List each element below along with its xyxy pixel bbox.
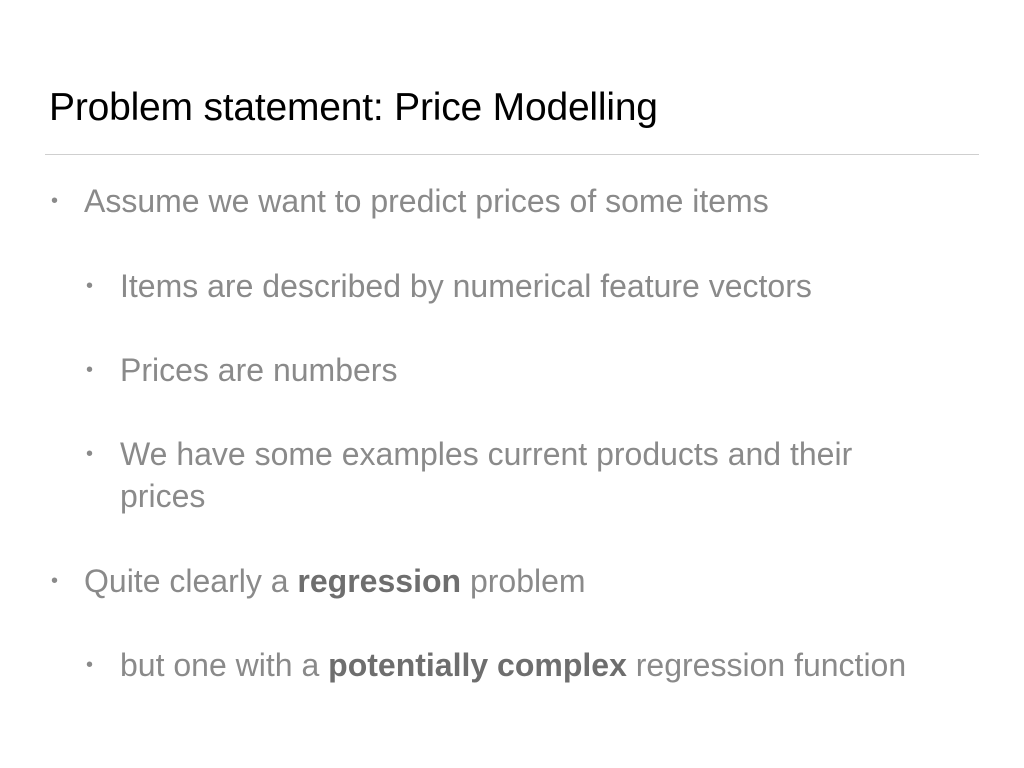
title-divider: [45, 154, 979, 155]
bullet-text-bold: regression: [297, 563, 462, 599]
bullet-text-plain: regression function: [626, 647, 907, 683]
bullet-text: Items are described by numerical feature…: [120, 268, 812, 304]
bullet-icon: •: [86, 443, 94, 465]
bullet-text: Prices are numbers: [120, 352, 398, 388]
sub-bullet-item: • but one with a potentially complex reg…: [86, 644, 906, 686]
bullet-text-plain: problem: [461, 563, 586, 599]
slide: Problem statement: Price Modelling • Ass…: [0, 0, 1024, 768]
bullet-text: Assume we want to predict prices of some…: [84, 183, 769, 219]
slide-title: Problem statement: Price Modelling: [49, 86, 658, 129]
bullet-item: • Assume we want to predict prices of so…: [51, 180, 769, 222]
sub-bullet-item: • Items are described by numerical featu…: [86, 265, 812, 307]
sub-bullet-item: • Prices are numbers: [86, 349, 398, 391]
sub-bullet-item: • We have some examples current products…: [86, 433, 853, 517]
bullet-text-line: prices: [120, 478, 206, 514]
bullet-icon: •: [51, 570, 59, 592]
bullet-text-line: We have some examples current products a…: [120, 436, 853, 472]
bullet-text-plain: but one with a: [120, 647, 329, 683]
bullet-text: but one with a potentially complex regre…: [120, 647, 906, 683]
bullet-text-bold: potentially complex: [328, 647, 627, 683]
bullet-icon: •: [86, 359, 94, 381]
bullet-text-plain: Quite clearly a: [84, 563, 298, 599]
bullet-icon: •: [51, 190, 59, 212]
bullet-text: Quite clearly a regression problem: [84, 563, 586, 599]
bullet-icon: •: [86, 275, 94, 297]
bullet-item: • Quite clearly a regression problem: [51, 560, 586, 602]
bullet-icon: •: [86, 654, 94, 676]
